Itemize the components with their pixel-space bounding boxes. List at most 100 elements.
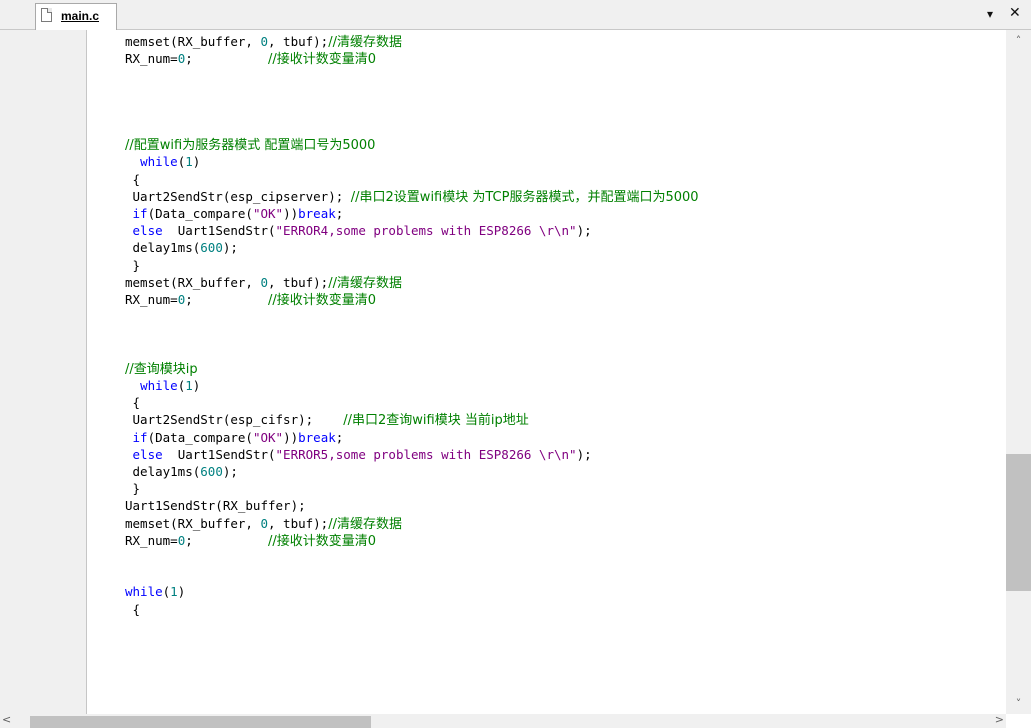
scroll-right-arrow-icon[interactable]: > bbox=[995, 713, 1004, 726]
code-token: //接收计数变量清0 bbox=[268, 293, 377, 308]
scroll-left-arrow-icon[interactable]: < bbox=[2, 713, 11, 726]
code-line[interactable]: 119//查询模块ip bbox=[98, 360, 1006, 376]
code-token: ; bbox=[335, 206, 344, 221]
code-line[interactable]: 106//配置wifi为服务器模式 配置端口号为5000 bbox=[98, 136, 1006, 153]
file-icon bbox=[41, 8, 52, 22]
code-token: while bbox=[140, 378, 178, 393]
code-text: RX_num=0; //接收计数变量清0 bbox=[125, 293, 376, 308]
code-token: ); bbox=[576, 446, 592, 462]
horizontal-scrollbar[interactable]: < > bbox=[0, 713, 1006, 728]
code-text: RX_num=0; //接收计数变量清0 bbox=[125, 52, 376, 67]
code-line[interactable]: 131 bbox=[98, 566, 1006, 582]
code-line[interactable]: 112 delay1ms(600); bbox=[98, 239, 1006, 255]
code-area[interactable]: 100memset(RX_buffer, 0, tbuf);//清缓存数据101… bbox=[98, 30, 1006, 714]
code-line[interactable]: 121 { bbox=[98, 394, 1006, 410]
code-token: "OK" bbox=[252, 206, 284, 221]
code-token: Uart1SendStr( bbox=[162, 223, 276, 239]
code-token: Uart2SendStr(esp_cifsr); bbox=[125, 412, 344, 428]
code-token: ); bbox=[222, 464, 238, 479]
horizontal-scrollbar-thumb[interactable] bbox=[30, 716, 371, 728]
code-token: 1 bbox=[185, 154, 193, 170]
code-line[interactable]: 107 while(1) bbox=[98, 153, 1006, 169]
chevron-down-icon[interactable]: ▾ bbox=[987, 7, 993, 21]
code-line[interactable]: 124 else Uart1SendStr("ERROR5,some probl… bbox=[98, 446, 1006, 462]
code-line[interactable]: 133 { bbox=[98, 601, 1006, 617]
code-line[interactable]: 118 bbox=[98, 343, 1006, 359]
code-line[interactable]: 115RX_num=0; //接收计数变量清0 bbox=[98, 291, 1006, 308]
code-line[interactable]: 113 } bbox=[98, 257, 1006, 273]
tab-main-c[interactable]: main.c bbox=[35, 3, 117, 30]
code-token: //串口2查询wifi模块 当前ip地址 bbox=[343, 413, 529, 429]
code-text: { bbox=[125, 601, 141, 617]
code-token: ; bbox=[185, 532, 269, 548]
code-token: if bbox=[132, 429, 148, 445]
code-token: ) bbox=[192, 378, 201, 393]
code-line[interactable]: 104 bbox=[98, 102, 1006, 118]
code-line[interactable]: 101RX_num=0; //接收计数变量清0 bbox=[98, 50, 1006, 67]
code-token: , tbuf); bbox=[268, 274, 329, 290]
code-line[interactable]: 117 bbox=[98, 325, 1006, 341]
code-text: Uart2SendStr(esp_cipserver); //串口2设置wifi… bbox=[125, 188, 699, 205]
code-line[interactable]: 111 else Uart1SendStr("ERROR4,some probl… bbox=[98, 222, 1006, 238]
code-token: } bbox=[125, 481, 141, 497]
code-line[interactable]: 102 bbox=[98, 67, 1006, 83]
code-line[interactable]: 105 bbox=[98, 119, 1006, 135]
code-token: (Data_compare( bbox=[147, 206, 253, 221]
code-token: 1 bbox=[185, 378, 193, 393]
code-token: memset(RX_buffer, bbox=[125, 274, 261, 290]
code-token: Uart2SendStr(esp_cipserver); bbox=[125, 188, 351, 204]
code-line[interactable]: 123 if(Data_compare("OK"))break; bbox=[98, 429, 1006, 445]
vertical-scrollbar-thumb[interactable] bbox=[1006, 454, 1031, 591]
code-token: //配置wifi为服务器模式 配置端口号为5000 bbox=[125, 138, 376, 154]
code-line[interactable]: 127Uart1SendStr(RX_buffer); bbox=[98, 497, 1006, 513]
vertical-scrollbar[interactable]: ˄ ˅ bbox=[1006, 30, 1031, 714]
code-text: memset(RX_buffer, 0, tbuf);//清缓存数据 bbox=[125, 35, 402, 50]
code-token: Uart1SendStr(RX_buffer); bbox=[125, 498, 306, 514]
code-text: while(1) bbox=[125, 155, 200, 169]
code-line[interactable]: 100memset(RX_buffer, 0, tbuf);//清缓存数据 bbox=[98, 33, 1006, 50]
code-line[interactable]: 122 Uart2SendStr(esp_cifsr); //串口2查询wifi… bbox=[98, 411, 1006, 429]
code-token: 0 bbox=[260, 274, 268, 290]
code-token: else bbox=[132, 446, 163, 462]
code-text: delay1ms(600); bbox=[125, 465, 238, 479]
code-line[interactable]: 120 while(1) bbox=[98, 377, 1006, 393]
code-text: memset(RX_buffer, 0, tbuf);//清缓存数据 bbox=[125, 274, 402, 291]
code-line[interactable]: 132while(1) bbox=[98, 583, 1006, 599]
code-text: } bbox=[125, 258, 141, 273]
code-token: //查询模块ip bbox=[125, 361, 198, 377]
code-token: "ERROR5,some problems with ESP8266 \r\n" bbox=[275, 446, 577, 462]
code-token: //串口2设置wifi模块 为TCP服务器模式，并配置端口为5000 bbox=[350, 189, 699, 205]
code-token: delay1ms( bbox=[125, 240, 201, 256]
code-line[interactable]: 110 if(Data_compare("OK"))break; bbox=[98, 205, 1006, 221]
code-token: RX_num= bbox=[125, 51, 178, 67]
code-text: } bbox=[125, 481, 141, 497]
code-token: ; bbox=[185, 292, 269, 307]
code-line[interactable]: 103 bbox=[98, 85, 1006, 101]
code-token: { bbox=[125, 601, 141, 617]
code-text: Uart1SendStr(RX_buffer); bbox=[125, 499, 306, 513]
code-line[interactable]: 129RX_num=0; //接收计数变量清0 bbox=[98, 532, 1006, 548]
scroll-up-arrow-icon[interactable]: ˄ bbox=[1006, 34, 1031, 47]
code-line[interactable]: 109 Uart2SendStr(esp_cipserver); //串口2设置… bbox=[98, 188, 1006, 204]
code-line[interactable]: 125 delay1ms(600); bbox=[98, 463, 1006, 479]
close-icon[interactable]: ✕ bbox=[1009, 5, 1021, 21]
code-token: break bbox=[298, 206, 336, 221]
code-token: Uart1SendStr( bbox=[162, 446, 276, 462]
code-line[interactable]: 116 bbox=[98, 308, 1006, 324]
code-line[interactable]: 126 } bbox=[98, 480, 1006, 496]
tab-bar: main.c ▾ ✕ bbox=[0, 0, 1031, 30]
code-text: { bbox=[125, 172, 141, 187]
code-line[interactable]: 128memset(RX_buffer, 0, tbuf);//清缓存数据 bbox=[98, 515, 1006, 531]
code-line[interactable]: 108 { bbox=[98, 171, 1006, 187]
code-text: while(1) bbox=[125, 585, 185, 599]
scroll-down-arrow-icon[interactable]: ˅ bbox=[1006, 697, 1031, 710]
code-token: )) bbox=[283, 206, 299, 221]
code-text: else Uart1SendStr("ERROR4,some problems … bbox=[125, 224, 592, 238]
code-token: while bbox=[140, 154, 178, 170]
code-text: //配置wifi为服务器模式 配置端口号为5000 bbox=[125, 138, 375, 153]
code-line[interactable]: 114memset(RX_buffer, 0, tbuf);//清缓存数据 bbox=[98, 274, 1006, 290]
code-line[interactable]: 130 bbox=[98, 549, 1006, 565]
code-token: while bbox=[125, 584, 163, 600]
